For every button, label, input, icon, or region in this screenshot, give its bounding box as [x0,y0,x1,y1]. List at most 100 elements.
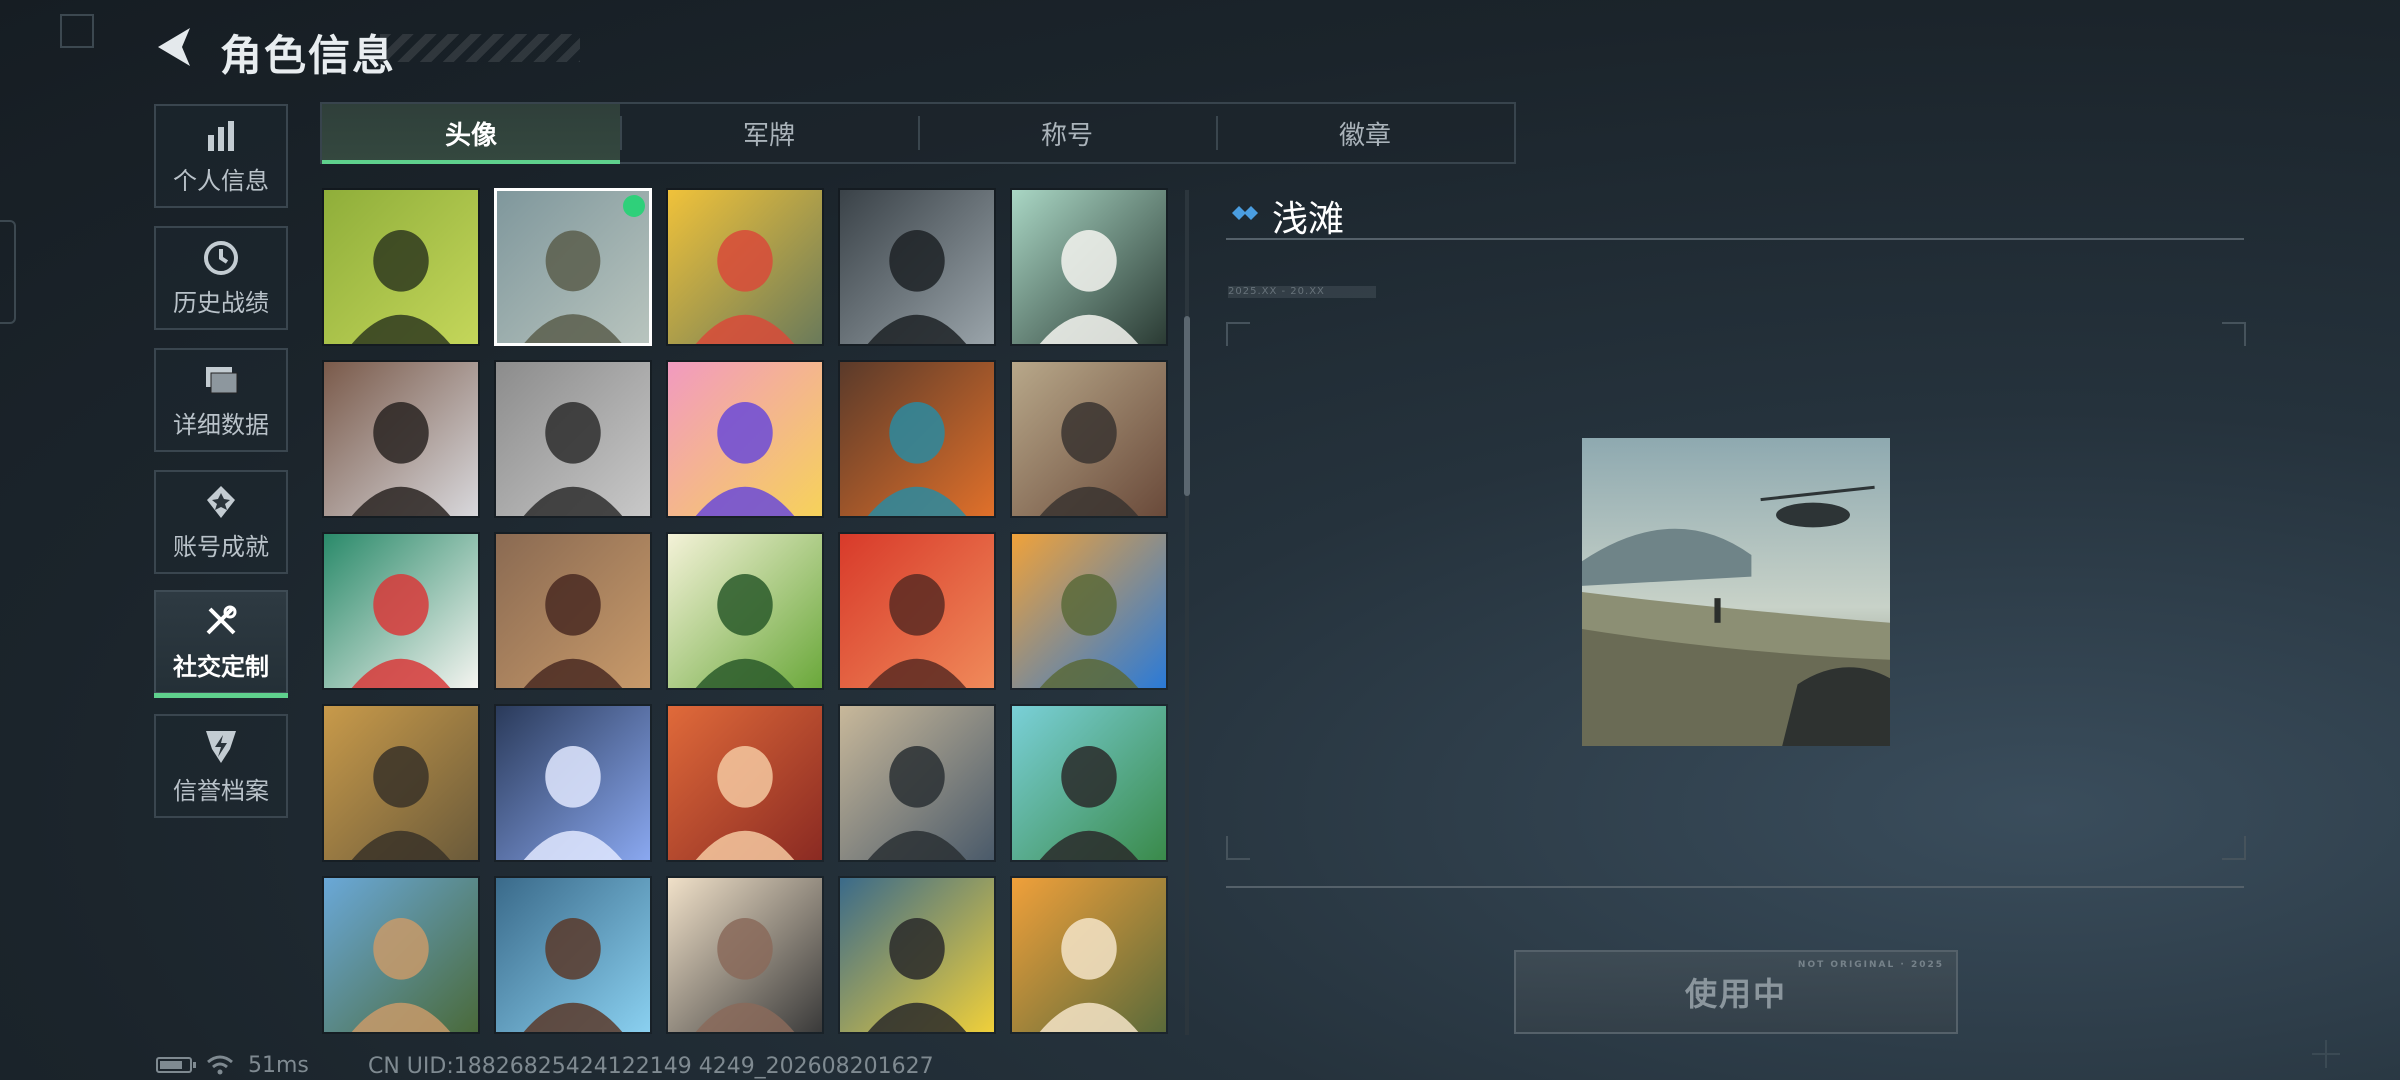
avatar-option[interactable] [838,360,996,518]
category-tabs: 头像 军牌 称号 徽章 [320,102,1516,164]
divider [1226,238,2244,240]
user-uid: CN UID:18826825424122149 4249_2026082016… [368,1054,934,1079]
red-hair-woman-avatar [668,706,822,860]
avatar-option[interactable] [1010,360,1168,518]
title-decoration [380,34,580,62]
sidebar-item-label: 账号成就 [173,532,269,561]
sidebar-item-detailed-data[interactable]: 详细数据 [154,348,288,452]
divider [1226,886,2244,888]
avatar-option[interactable] [494,360,652,518]
dog-soldier-avatar [1012,878,1166,1032]
avatar-option[interactable] [322,704,480,862]
avatar-option[interactable] [1010,704,1168,862]
way-out-sign-avatar [1012,190,1166,344]
avatar-option[interactable] [494,532,652,690]
frame-corner [1226,836,1250,860]
corner-frame [60,14,94,48]
back-button[interactable] [150,22,200,72]
girl-portrait-avatar [840,190,994,344]
sidebar-item-label: 社交定制 [173,652,269,681]
avatar-option[interactable] [494,876,652,1034]
sidebar-item-history[interactable]: 历史战绩 [154,226,288,330]
edge-handle[interactable] [0,220,16,324]
status-bar: 51ms [156,1052,309,1078]
feather-avatar [840,362,994,516]
soldier-gun-avatar [324,706,478,860]
snowman-avatar [324,534,478,688]
exit-door-avatar [324,190,478,344]
new-badge-icon [623,195,645,217]
sidebar-item-label: 详细数据 [173,410,269,439]
crosshair-icon [2312,1040,2340,1068]
thumbs-up-avatar [324,878,478,1032]
medal-icon [207,485,235,518]
avatar-option[interactable] [666,360,824,518]
avatar-option[interactable] [838,704,996,862]
frame-corner [2222,836,2246,860]
avatar-grid [322,188,1170,1036]
frame-corner [2222,322,2246,346]
archer-avatar [496,878,650,1032]
selected-avatar-name: 浅滩 [1272,199,1345,240]
in-use-button[interactable]: 使用中 NOT ORIGINAL · 2025 [1514,950,1958,1034]
rusty-truck-avatar [1012,362,1166,516]
mountain-view-avatar [840,706,994,860]
avatar-option[interactable] [838,532,996,690]
sidebar-item-social-custom[interactable]: 社交定制 [154,590,288,698]
ping-text: 51ms [248,1052,309,1078]
tab-dog-tag[interactable]: 军牌 [620,104,918,162]
heart-soup-avatar [840,534,994,688]
avatar-option[interactable] [666,704,824,862]
battery-icon [156,1057,196,1073]
avatar-option[interactable] [838,188,996,346]
diamond-icon [1232,206,1258,220]
button-decoration-text: NOT ORIGINAL · 2025 [1797,960,1944,970]
in-use-button-label: 使用中 [1684,975,1787,1013]
avatar-option[interactable] [322,360,480,518]
soldier-emoji-avatar [668,190,822,344]
folder-icon [206,366,238,393]
avatar-option[interactable] [494,188,652,346]
sidebar-item-achievements[interactable]: 账号成就 [154,470,288,574]
avatar-option[interactable] [1010,876,1168,1034]
tab-avatar[interactable]: 头像 [322,104,620,164]
bar-chart-icon [208,120,234,151]
sidebar-item-label: 个人信息 [173,166,269,195]
scales-emblem-avatar [496,534,650,688]
sidebar-item-label: 历史战绩 [173,288,269,317]
avatar-preview [1582,438,1890,746]
page-title: 角色信息 [220,31,397,80]
clock-icon [204,240,238,275]
tools-icon [206,605,237,634]
avatar-option[interactable] [322,876,480,1034]
avatar-option[interactable] [1010,532,1168,690]
anime-girl-avatar [668,362,822,516]
avatar-option[interactable] [322,188,480,346]
beach-relax-avatar [1012,706,1166,860]
wifi-icon [207,1055,233,1075]
sidebar-item-personal-info[interactable]: 个人信息 [154,104,288,208]
avatar-option[interactable] [666,876,824,1034]
avatar-option[interactable] [322,532,480,690]
sidebar-item-reputation[interactable]: 信誉档案 [154,714,288,818]
avatar-option[interactable] [666,188,824,346]
scrollbar-thumb[interactable] [1184,316,1190,496]
frame-corner [1226,322,1250,346]
fist-avatar [324,362,478,516]
bearded-man-avatar [1012,534,1166,688]
tab-title[interactable]: 称号 [918,104,1216,162]
shield-icon [206,730,236,763]
suit-man-avatar [496,706,650,860]
alligator-sign-avatar [840,878,994,1032]
back-arrow-icon [158,28,190,66]
avatar-option[interactable] [666,532,824,690]
woman-coffee-avatar [668,878,822,1032]
avatar-option[interactable] [838,876,996,1034]
smoke-soldier-avatar [496,362,650,516]
avatar-option[interactable] [1010,188,1168,346]
sidebar-item-label: 信誉档案 [173,776,269,805]
beach-helicopter-image [1582,438,1890,746]
availability-date: 2025.XX - 20.XX [1228,286,1376,298]
avatar-option[interactable] [494,704,652,862]
tab-badge[interactable]: 徽章 [1216,104,1514,162]
